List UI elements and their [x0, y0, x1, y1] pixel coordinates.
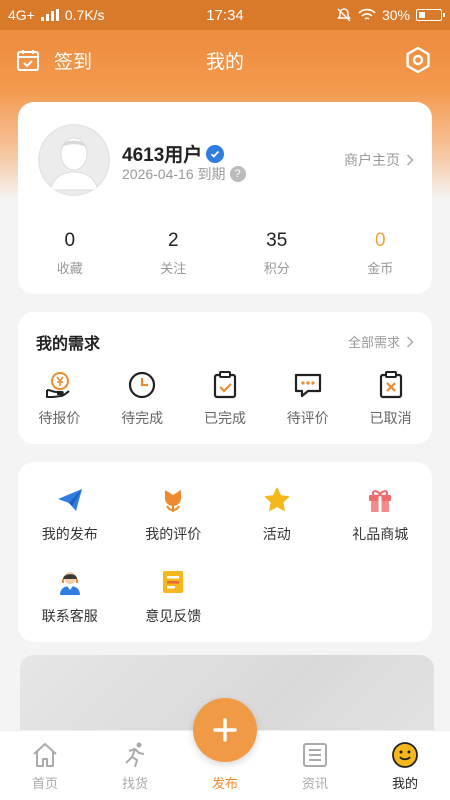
expire-text: 2026-04-16 到期	[122, 166, 226, 182]
stat-label: 收藏	[56, 261, 83, 276]
merchant-home-label: 商户主页	[344, 152, 400, 168]
runner-icon	[125, 742, 145, 768]
star-icon	[264, 487, 290, 511]
clipboard-x-icon	[379, 371, 402, 399]
needs-row: 待报价 待完成 已完成 待评价 已取消	[18, 370, 432, 428]
tool-label: 联系客服	[41, 608, 98, 624]
profile-stats: 0 收藏 2 关注 35 积分 0 金币	[18, 230, 432, 277]
need-label: 已完成	[203, 410, 246, 426]
tool-label: 意见反馈	[145, 608, 202, 624]
paper-plane-icon	[57, 489, 82, 511]
need-label: 已取消	[369, 410, 412, 426]
need-label: 待评价	[286, 410, 329, 426]
stat-value: 2	[167, 230, 179, 251]
tool-gift-mall[interactable]: 礼品商城	[329, 486, 433, 568]
calendar-check-icon	[17, 50, 39, 71]
stat-following[interactable]: 2 关注	[122, 230, 226, 277]
news-icon	[303, 743, 327, 767]
tab-label: 找货	[121, 776, 148, 791]
tab-news[interactable]: 资讯	[270, 731, 360, 800]
battery-percent: 30%	[381, 7, 410, 23]
support-agent-icon	[59, 572, 80, 595]
stat-points[interactable]: 35 积分	[225, 230, 329, 277]
net-speed: 0.7K/s	[64, 7, 105, 23]
all-needs-link[interactable]: 全部需求	[348, 332, 414, 351]
checkin-label: 签到	[54, 51, 93, 73]
tool-label: 我的发布	[41, 526, 98, 542]
yen-hand-icon	[46, 372, 71, 398]
tab-mine[interactable]: 我的	[360, 731, 450, 800]
clock-icon	[129, 371, 156, 399]
tools-card: 我的发布 我的评价 活动 礼品商城 联系客服 意见反馈	[18, 462, 432, 642]
expire-date: 2026-04-16 到期 ?	[122, 164, 246, 184]
chevron-right-icon	[406, 335, 414, 348]
stat-value: 35	[266, 230, 288, 251]
help-icon[interactable]: ?	[229, 166, 246, 182]
wifi-icon	[358, 8, 376, 20]
plus-icon	[213, 718, 237, 742]
tab-label: 发布	[211, 776, 238, 791]
need-item-pending-review[interactable]: 待评价	[266, 370, 349, 428]
avatar-placeholder-icon	[38, 124, 110, 196]
need-item-completed[interactable]: 已完成	[184, 370, 267, 428]
stat-label: 关注	[160, 261, 187, 276]
checkin-button[interactable]: 签到	[16, 47, 92, 74]
section-title: 我的需求	[36, 336, 101, 353]
home-icon	[33, 743, 57, 767]
tool-activities[interactable]: 活动	[225, 486, 329, 568]
gift-icon	[369, 490, 392, 512]
chevron-right-icon	[406, 154, 414, 166]
tool-label: 礼品商城	[352, 526, 409, 542]
need-label: 待报价	[38, 410, 81, 426]
stat-label: 积分	[263, 261, 290, 276]
clipboard-check-icon	[213, 371, 237, 399]
verified-icon	[206, 144, 225, 163]
flower-icon	[165, 490, 182, 512]
username: 4613用户	[122, 140, 225, 167]
merchant-home-link[interactable]: 商户主页	[344, 150, 414, 170]
battery-icon	[416, 9, 445, 21]
stat-value: 0	[374, 230, 386, 251]
tool-my-reviews[interactable]: 我的评价	[122, 486, 226, 568]
tab-label: 首页	[31, 776, 58, 791]
avatar[interactable]	[38, 124, 110, 196]
all-needs-label: 全部需求	[347, 335, 400, 350]
bell-off-icon	[337, 8, 351, 22]
tab-label: 资讯	[301, 776, 328, 791]
settings-icon[interactable]	[404, 46, 432, 74]
smiley-icon	[392, 742, 418, 768]
tab-home[interactable]: 首页	[0, 731, 90, 800]
need-label: 待完成	[121, 410, 164, 426]
tool-label: 我的评价	[145, 526, 202, 542]
tool-customer-service[interactable]: 联系客服	[18, 568, 122, 650]
stat-value: 0	[64, 230, 76, 251]
clock: 17:34	[206, 6, 244, 24]
tools-grid: 我的发布 我的评价 活动 礼品商城 联系客服 意见反馈	[18, 486, 432, 650]
status-bar: 4G+ 0.7K/s 17:34 30%	[0, 0, 450, 30]
need-item-pending-complete[interactable]: 待完成	[101, 370, 184, 428]
tool-my-posts[interactable]: 我的发布	[18, 486, 122, 568]
network-type: 4G+	[8, 7, 35, 23]
need-item-pending-quote[interactable]: 待报价	[18, 370, 101, 428]
need-item-cancelled[interactable]: 已取消	[349, 370, 432, 428]
stat-favorites[interactable]: 0 收藏	[18, 230, 122, 277]
username-text: 4613用户	[122, 145, 203, 166]
tab-label: 我的	[391, 776, 418, 791]
tool-feedback[interactable]: 意见反馈	[122, 568, 226, 650]
chat-dots-icon	[294, 373, 321, 398]
publish-button[interactable]	[193, 698, 257, 762]
tool-label: 活动	[262, 526, 291, 542]
feedback-icon	[163, 571, 184, 593]
signal-icon	[40, 9, 59, 21]
tab-find-goods[interactable]: 找货	[90, 731, 180, 800]
profile-card: 4613用户 2026-04-16 到期 ? 商户主页 0 收藏 2 关注 35…	[18, 102, 432, 294]
page-header: 签到 我的	[0, 30, 450, 90]
stat-label: 金币	[367, 261, 394, 276]
my-needs-card: 我的需求 全部需求 待报价 待完成 已完成 待评价 已取消	[18, 312, 432, 444]
stat-coins[interactable]: 0 金币	[329, 230, 433, 277]
